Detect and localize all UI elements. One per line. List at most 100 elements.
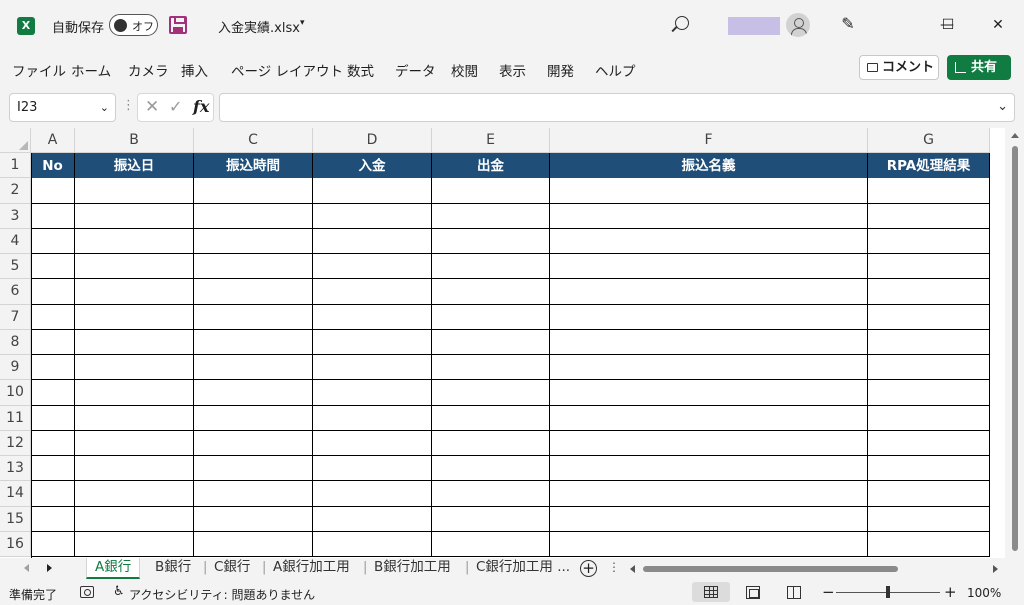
table-header-cell[interactable]: 振込日 xyxy=(75,153,194,179)
table-cell[interactable] xyxy=(313,355,432,381)
column-header-d[interactable]: D xyxy=(313,128,432,153)
table-cell[interactable] xyxy=(432,456,550,482)
save-icon[interactable] xyxy=(169,16,187,34)
table-cell[interactable] xyxy=(550,254,868,280)
table-cell[interactable] xyxy=(31,254,75,280)
table-cell[interactable] xyxy=(75,430,194,456)
tab-splitter-icon[interactable]: ⋮ xyxy=(608,560,620,574)
search-icon[interactable] xyxy=(675,16,689,30)
table-cell[interactable] xyxy=(550,531,868,557)
chevron-down-icon[interactable]: ⌄ xyxy=(100,101,109,114)
horizontal-scroll-thumb[interactable] xyxy=(643,566,898,572)
table-cell[interactable] xyxy=(75,506,194,532)
table-cell[interactable] xyxy=(432,178,550,204)
table-cell[interactable] xyxy=(75,380,194,406)
row-header-7[interactable]: 7 xyxy=(0,304,31,330)
row-header-5[interactable]: 5 xyxy=(0,254,31,280)
zoom-in-button[interactable]: + xyxy=(944,583,957,601)
menu-home[interactable]: ホーム xyxy=(71,60,111,80)
sheet-tab-a-bank[interactable]: A銀行 xyxy=(86,558,141,579)
table-cell[interactable] xyxy=(550,279,868,305)
table-cell[interactable] xyxy=(313,279,432,305)
table-cell[interactable] xyxy=(550,481,868,507)
table-cell[interactable] xyxy=(432,254,550,280)
table-header-cell[interactable]: No xyxy=(31,153,75,179)
table-cell[interactable] xyxy=(432,203,550,229)
table-cell[interactable] xyxy=(432,380,550,406)
close-button[interactable]: ✕ xyxy=(975,10,1021,40)
sheet-tab-b-bank-processing[interactable]: B銀行加工用 xyxy=(374,558,451,579)
column-header-a[interactable]: A xyxy=(31,128,75,153)
table-cell[interactable] xyxy=(868,254,990,280)
table-cell[interactable] xyxy=(75,355,194,381)
table-cell[interactable] xyxy=(868,178,990,204)
next-sheet-icon[interactable] xyxy=(47,564,52,572)
avatar[interactable] xyxy=(786,13,810,37)
column-header-b[interactable]: B xyxy=(75,128,194,153)
table-cell[interactable] xyxy=(31,178,75,204)
menu-formulas[interactable]: 数式 xyxy=(347,60,374,80)
table-cell[interactable] xyxy=(194,506,313,532)
table-cell[interactable] xyxy=(550,456,868,482)
table-cell[interactable] xyxy=(313,481,432,507)
prev-sheet-icon[interactable] xyxy=(24,564,29,572)
table-cell[interactable] xyxy=(75,203,194,229)
sheet-tab-b-bank[interactable]: B銀行 xyxy=(155,558,191,579)
row-header-12[interactable]: 12 xyxy=(0,430,31,456)
table-cell[interactable] xyxy=(313,203,432,229)
row-header-4[interactable]: 4 xyxy=(0,228,31,254)
table-header-cell[interactable]: 振込名義 xyxy=(550,153,868,179)
row-header-6[interactable]: 6 xyxy=(0,279,31,305)
account-name-redacted[interactable] xyxy=(728,17,780,35)
table-cell[interactable] xyxy=(75,279,194,305)
row-header-11[interactable]: 11 xyxy=(0,405,31,431)
scroll-right-icon[interactable] xyxy=(993,565,998,573)
row-header-10[interactable]: 10 xyxy=(0,380,31,406)
autosave-toggle[interactable]: オフ xyxy=(109,14,158,36)
table-cell[interactable] xyxy=(868,279,990,305)
row-header-9[interactable]: 9 xyxy=(0,355,31,381)
sheet-tab-c-bank-processing[interactable]: C銀行加工用 ... xyxy=(476,558,570,579)
menu-insert[interactable]: 挿入 xyxy=(181,60,208,80)
table-cell[interactable] xyxy=(432,405,550,431)
accessibility-status[interactable]: アクセシビリティ: 問題ありません xyxy=(129,586,315,603)
table-cell[interactable] xyxy=(432,304,550,330)
row-header-14[interactable]: 14 xyxy=(0,481,31,507)
vertical-scrollbar[interactable] xyxy=(1005,128,1024,558)
table-cell[interactable] xyxy=(194,228,313,254)
column-header-f[interactable]: F xyxy=(550,128,868,153)
table-cell[interactable] xyxy=(313,456,432,482)
table-cell[interactable] xyxy=(550,178,868,204)
table-cell[interactable] xyxy=(868,430,990,456)
table-cell[interactable] xyxy=(313,430,432,456)
table-cell[interactable] xyxy=(432,430,550,456)
table-cell[interactable] xyxy=(432,355,550,381)
row-header-13[interactable]: 13 xyxy=(0,456,31,482)
table-cell[interactable] xyxy=(194,380,313,406)
file-menu-chevron-icon[interactable]: ▾ xyxy=(300,18,305,28)
vertical-scroll-thumb[interactable] xyxy=(1012,146,1018,551)
table-cell[interactable] xyxy=(31,279,75,305)
table-cell[interactable] xyxy=(194,203,313,229)
table-cell[interactable] xyxy=(75,228,194,254)
table-cell[interactable] xyxy=(868,203,990,229)
table-cell[interactable] xyxy=(75,405,194,431)
menu-developer[interactable]: 開発 xyxy=(547,60,574,80)
table-cell[interactable] xyxy=(868,380,990,406)
table-cell[interactable] xyxy=(31,405,75,431)
menu-help[interactable]: ヘルプ xyxy=(595,60,636,80)
table-cell[interactable] xyxy=(313,380,432,406)
row-header-2[interactable]: 2 xyxy=(0,178,31,204)
table-header-cell[interactable]: 入金 xyxy=(313,153,432,179)
name-box[interactable]: I23 ⌄ xyxy=(9,93,116,122)
table-cell[interactable] xyxy=(313,228,432,254)
normal-view-button[interactable] xyxy=(692,582,730,602)
table-cell[interactable] xyxy=(550,329,868,355)
page-layout-view-icon[interactable] xyxy=(746,586,760,599)
table-cell[interactable] xyxy=(432,329,550,355)
table-cell[interactable] xyxy=(313,304,432,330)
column-header-g[interactable]: G xyxy=(868,128,990,153)
menu-file[interactable]: ファイル xyxy=(12,60,66,80)
table-cell[interactable] xyxy=(868,304,990,330)
scroll-left-icon[interactable] xyxy=(630,565,635,573)
